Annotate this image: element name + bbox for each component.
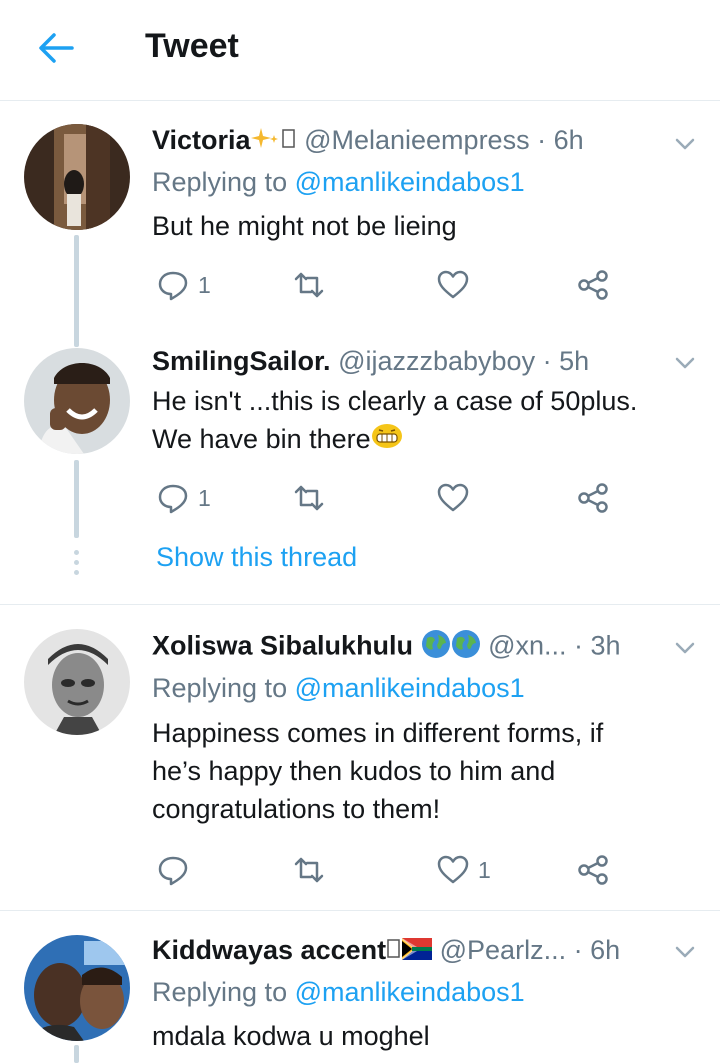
tweet-actions: 1 [150,265,620,305]
avatar[interactable] [24,348,130,454]
thread-line [74,235,79,347]
reply-handle-link[interactable]: @manlikeindabos1 [295,977,525,1007]
retweet-icon [294,272,324,298]
chevron-down-icon[interactable] [672,354,698,372]
like-button[interactable] [436,478,470,518]
display-name[interactable]: SmilingSailor. [152,346,331,376]
tweet-4[interactable]: Kiddwayas accent @Pearlz... · 6h Replyin… [0,911,720,1063]
page-title: Tweet [145,27,239,65]
globe-emoji-icon [451,629,481,666]
tweet-text: mdala kodwa u moghel [152,1021,430,1051]
reply-button[interactable]: 1 [156,265,211,305]
timestamp: · 6h [537,125,584,155]
thread-line [74,1045,79,1063]
share-button[interactable] [576,850,610,890]
avatar[interactable] [24,124,130,230]
share-button[interactable] [576,265,610,305]
retweet-button[interactable] [292,478,326,518]
like-button[interactable]: 1 [436,850,491,890]
reply-icon [158,856,188,886]
handle: @ijazzzbabyboy [338,346,536,376]
reply-handle-link[interactable]: @manlikeindabos1 [295,673,525,703]
like-count: 1 [478,856,491,883]
avatar[interactable] [24,629,130,735]
back-arrow-icon[interactable] [36,30,76,66]
reply-count: 1 [198,484,211,511]
replying-to: Replying to @manlikeindabos1 [152,977,525,1007]
reply-icon [158,484,188,514]
thread-line [74,460,79,538]
south-africa-flag-icon [402,936,433,967]
chevron-down-icon[interactable] [672,135,698,153]
timestamp: · 3h [574,630,621,661]
show-thread-link[interactable]: Show this thread [156,542,357,573]
share-button[interactable] [576,478,610,518]
globe-emoji-icon [421,629,451,666]
tweet-1[interactable]: Victoria @Melanieempress · 6h Replying t… [0,101,720,351]
tweet-text: Happiness comes in different forms, if h… [152,718,604,824]
like-button[interactable] [436,265,470,305]
like-icon [437,855,469,884]
display-name[interactable]: Victoria [152,125,251,155]
share-icon [578,855,608,885]
share-icon [578,270,608,300]
chevron-down-icon[interactable] [672,639,698,657]
timestamp: · 6h [573,935,621,965]
like-icon [437,270,469,299]
chevron-down-icon[interactable] [672,943,698,961]
tweet-text: He isn't ...this is clearly a case of 50… [152,382,702,460]
retweet-button[interactable] [292,265,326,305]
replying-to: Replying to @manlikeindabos1 [152,167,525,197]
like-icon [437,483,469,512]
handle: @xn... [488,630,567,661]
thread-dots [74,550,79,580]
display-name[interactable]: Kiddwayas accent [152,935,386,965]
reply-icon [158,271,188,301]
sparkle-emoji-icon [250,126,281,157]
handle: @Melanieempress [304,125,530,155]
tweet-actions: 1 [150,478,620,518]
share-icon [578,483,608,513]
tweet-text: But he might not be lieing [152,211,457,241]
display-name[interactable]: Xoliswa Sibalukhulu [152,631,413,661]
retweet-button[interactable] [292,850,326,890]
avatar[interactable] [24,935,130,1041]
tweet-actions: 1 [150,850,620,890]
unknown-glyph-icon [281,126,297,157]
retweet-icon [294,857,324,883]
top-bar: Tweet [0,0,720,101]
tweet-2[interactable]: SmilingSailor. @ijazzzbabyboy · 5h He is… [0,340,720,605]
reply-button[interactable]: 1 [156,478,211,518]
timestamp: · 5h [542,346,590,376]
reply-button[interactable] [156,850,190,890]
tweet-3[interactable]: Xoliswa Sibalukhulu @xn... · 3h Replying… [0,605,720,910]
reply-handle-link[interactable]: @manlikeindabos1 [295,167,525,197]
reply-count: 1 [198,271,211,298]
handle: @Pearlz... [439,935,567,965]
retweet-icon [294,485,324,511]
replying-to: Replying to @manlikeindabos1 [152,673,525,703]
grinning-emoji-icon [371,422,403,460]
unknown-glyph-icon [386,936,402,967]
